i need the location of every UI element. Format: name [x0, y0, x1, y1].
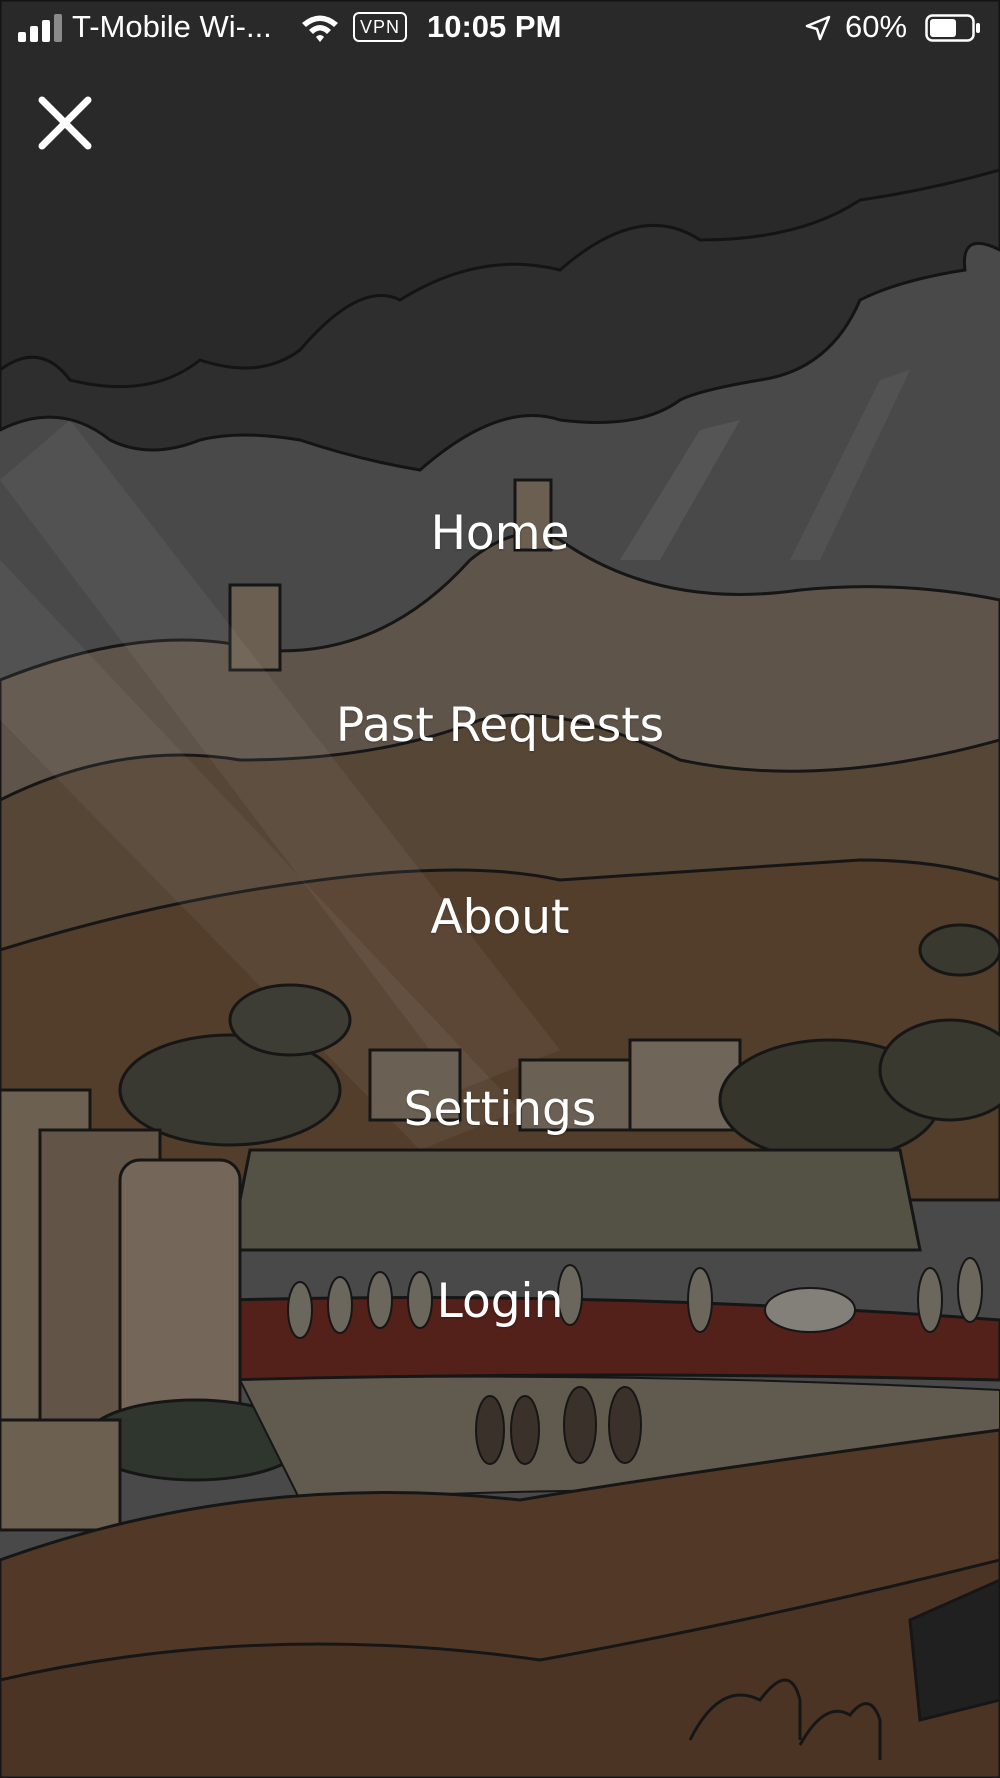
- menu-item-login[interactable]: Login: [200, 1257, 800, 1347]
- menu-screen: T-Mobile Wi-... VPN 10:05 PM 60% Home Pa…: [0, 0, 1000, 1778]
- menu-item-settings[interactable]: Settings: [200, 1065, 800, 1155]
- menu-item-about[interactable]: About: [200, 873, 800, 963]
- menu-item-home[interactable]: Home: [200, 489, 800, 579]
- main-menu: Home Past Requests About Settings Login: [0, 0, 1000, 1778]
- menu-item-past-requests[interactable]: Past Requests: [200, 681, 800, 771]
